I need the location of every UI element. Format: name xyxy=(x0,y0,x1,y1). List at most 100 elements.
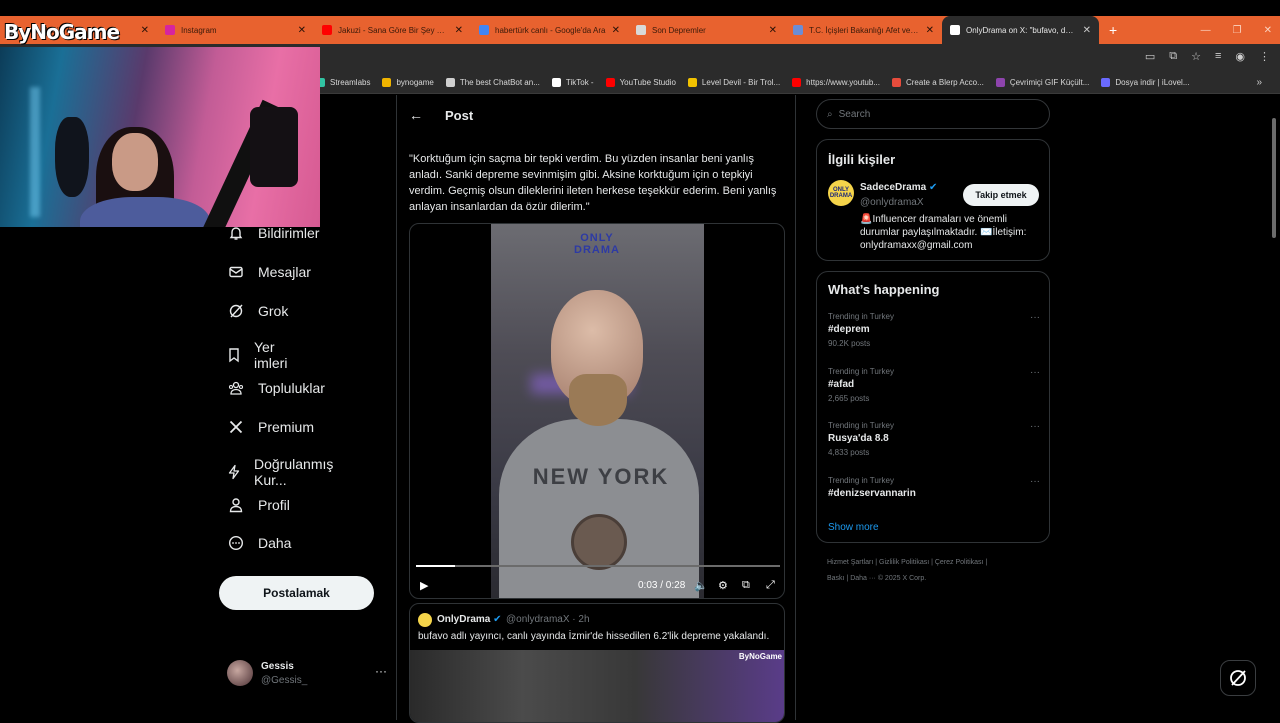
profile-icon[interactable]: ◉ xyxy=(1235,50,1245,63)
tab-search-icon[interactable]: ≡ xyxy=(1215,50,1221,63)
close-tab-icon[interactable]: ✕ xyxy=(298,25,306,36)
bookmark-item[interactable]: Level Devil - Bir Trol... xyxy=(687,78,780,87)
show-more-link[interactable]: Show more xyxy=(828,522,879,533)
webcam-overlay xyxy=(0,47,320,227)
bookmark-favicon-icon xyxy=(995,78,1005,87)
volume-icon[interactable]: 🔈 xyxy=(694,579,708,592)
footer-links[interactable]: Hizmet Şartları | Gizlilik Politikası | … xyxy=(827,555,1047,587)
nav-item-label: Bildirimler xyxy=(258,225,320,241)
trend-count: 4,833 posts xyxy=(828,448,870,457)
tab-favicon-icon xyxy=(322,25,332,35)
trend-item[interactable]: Trending in Turkey #afad 2,665 posts ··· xyxy=(828,367,1040,403)
scrollbar[interactable] xyxy=(1270,100,1278,710)
trend-context: Trending in Turkey xyxy=(828,312,894,321)
tab-favicon-icon xyxy=(950,25,960,35)
close-tab-icon[interactable]: ✕ xyxy=(769,25,777,36)
maximize-icon[interactable]: ❐ xyxy=(1233,25,1242,36)
bookmark-item[interactable]: TikTok - xyxy=(551,78,594,87)
quote-media[interactable]: ByNoGame xyxy=(410,650,784,722)
nav-item-grok[interactable]: Grok xyxy=(226,301,288,321)
video-player[interactable]: ONLY DRAMA NEW YORK ▶ 0:03 / 0:28 🔈 ⚙ ⧉ … xyxy=(409,223,785,599)
close-tab-icon[interactable]: ✕ xyxy=(612,25,620,36)
grok-icon xyxy=(226,301,246,321)
close-tab-icon[interactable]: ✕ xyxy=(1083,25,1091,36)
nav-item-label: Grok xyxy=(258,302,289,319)
settings-icon[interactable]: ⚙ xyxy=(718,579,728,592)
trend-item[interactable]: Trending in Turkey #deprem 90.2K posts ··· xyxy=(828,312,1040,348)
more-icon[interactable]: ··· xyxy=(1030,367,1040,378)
nav-item-mesajlar[interactable]: Mesajlar xyxy=(226,262,311,282)
account-handle: @Gessis_ xyxy=(261,675,308,686)
bookmark-item[interactable]: Dosya indir | iLovel... xyxy=(1101,78,1190,87)
quote-handle-time: @onlydramaX · 2h xyxy=(506,614,590,625)
nav-item-yer-imleri[interactable]: Yer imleri xyxy=(226,339,291,371)
quoted-post[interactable]: OnlyDrama ✔ @onlydramaX · 2h bufavo adlı… xyxy=(409,603,785,723)
account-name: Gessis xyxy=(261,661,294,672)
menu-icon[interactable]: ⋮ xyxy=(1259,50,1270,63)
tab-favicon-icon xyxy=(793,25,803,35)
bookmark-item[interactable]: https://www.youtub... xyxy=(792,78,880,87)
nav-item-profil[interactable]: Profil xyxy=(226,495,290,515)
bookmark-label: The best ChatBot an... xyxy=(459,78,540,87)
fullscreen-icon[interactable]: ⤢ xyxy=(766,579,775,592)
play-icon[interactable]: ▶ xyxy=(420,579,428,592)
more-circle-icon xyxy=(226,533,246,553)
cast-icon[interactable]: ▭ xyxy=(1145,50,1155,63)
page-title: Post xyxy=(445,107,474,123)
close-tab-icon[interactable]: ✕ xyxy=(141,25,149,36)
trend-item[interactable]: Trending in Turkey #denizservannarin ··· xyxy=(828,476,1040,503)
bookmark-item[interactable]: The best ChatBot an... xyxy=(445,78,540,87)
browser-tab[interactable]: OnlyDrama on X: "bufavo, depr... ✕ xyxy=(942,16,1099,44)
trend-item[interactable]: Trending in Turkey Rusya'da 8.8 4,833 post… xyxy=(828,421,1040,457)
trend-tag: #denizservannarin xyxy=(828,487,916,499)
back-arrow-icon[interactable]: ← xyxy=(409,107,425,123)
account-switcher[interactable]: Gessis @Gessis_ ··· xyxy=(227,658,387,688)
close-tab-icon[interactable]: ✕ xyxy=(926,25,934,36)
nav-item-topluluklar[interactable]: Topluluklar xyxy=(226,378,325,398)
browser-tab[interactable]: Son Depremler ✕ xyxy=(628,16,785,44)
bookmark-favicon-icon xyxy=(687,78,697,87)
grok-floating-button[interactable] xyxy=(1220,660,1256,696)
nav-item-daha[interactable]: Daha xyxy=(226,533,291,553)
close-tab-icon[interactable]: ✕ xyxy=(455,25,463,36)
shirt-text: NEW YORK xyxy=(532,464,670,489)
more-icon[interactable]: ··· xyxy=(1030,421,1040,432)
close-window-icon[interactable]: ✕ xyxy=(1264,25,1272,36)
bookmark-item[interactable]: YouTube Studio xyxy=(605,78,676,87)
avatar[interactable]: ONLY DRAMA xyxy=(828,180,854,206)
video-time: 0:03 / 0:28 xyxy=(638,579,686,591)
minimize-icon[interactable]: — xyxy=(1201,25,1211,36)
browser-tab[interactable]: habertürk canlı - Google'da Ara ✕ xyxy=(471,16,628,44)
more-icon[interactable]: ··· xyxy=(375,664,387,678)
more-icon[interactable]: ··· xyxy=(1030,312,1040,323)
post-button[interactable]: Postalamak xyxy=(219,576,374,610)
bookmark-item[interactable]: Çevrimiçi GIF Küçült... xyxy=(995,78,1089,87)
bookmark-label: Create a Blerp Acco... xyxy=(905,78,984,87)
search-input[interactable]: ⌕ Search xyxy=(816,99,1050,129)
video-progress-bar[interactable] xyxy=(416,565,780,567)
tab-title: Son Depremler xyxy=(652,25,706,35)
new-tab-button[interactable]: + xyxy=(1099,16,1127,44)
nav-item-do-rulanm-kur-[interactable]: Doğrulanmış Kur... xyxy=(226,456,337,488)
video-watermark: ONLY DRAMA xyxy=(574,232,620,256)
nav-item-premium[interactable]: Premium xyxy=(226,417,314,437)
bookmarks-more-icon[interactable]: » xyxy=(1256,77,1262,88)
video-frame: ONLY DRAMA NEW YORK xyxy=(491,224,704,598)
browser-tab[interactable]: T.C. İçişleri Bakanlığı Afet ve A... ✕ xyxy=(785,16,942,44)
person-handle: @onlydramaX xyxy=(860,197,924,208)
translate-icon[interactable]: ⧉ xyxy=(1169,50,1177,63)
browser-tab[interactable]: Instagram ✕ xyxy=(157,16,314,44)
person-name[interactable]: SadeceDrama ✔ xyxy=(860,182,937,193)
whats-happening-card: What’s happening Trending in Turkey #depr… xyxy=(816,271,1050,543)
follow-button[interactable]: Takip etmek xyxy=(963,184,1039,206)
bookmark-item[interactable]: Create a Blerp Acco... xyxy=(891,78,984,87)
person-icon xyxy=(226,495,246,515)
pip-icon[interactable]: ⧉ xyxy=(742,579,750,592)
bookmark-favicon-icon xyxy=(551,78,561,87)
browser-tab[interactable]: Jakuzi - Sana Göre Bir Şey Yok ✕ xyxy=(314,16,471,44)
star-icon[interactable]: ☆ xyxy=(1191,50,1201,63)
bookmark-item[interactable]: Streamlabs xyxy=(316,78,370,87)
more-icon[interactable]: ··· xyxy=(1030,476,1040,487)
related-title: İlgili kişiler xyxy=(828,152,896,167)
bookmark-item[interactable]: bynogame xyxy=(382,78,434,87)
